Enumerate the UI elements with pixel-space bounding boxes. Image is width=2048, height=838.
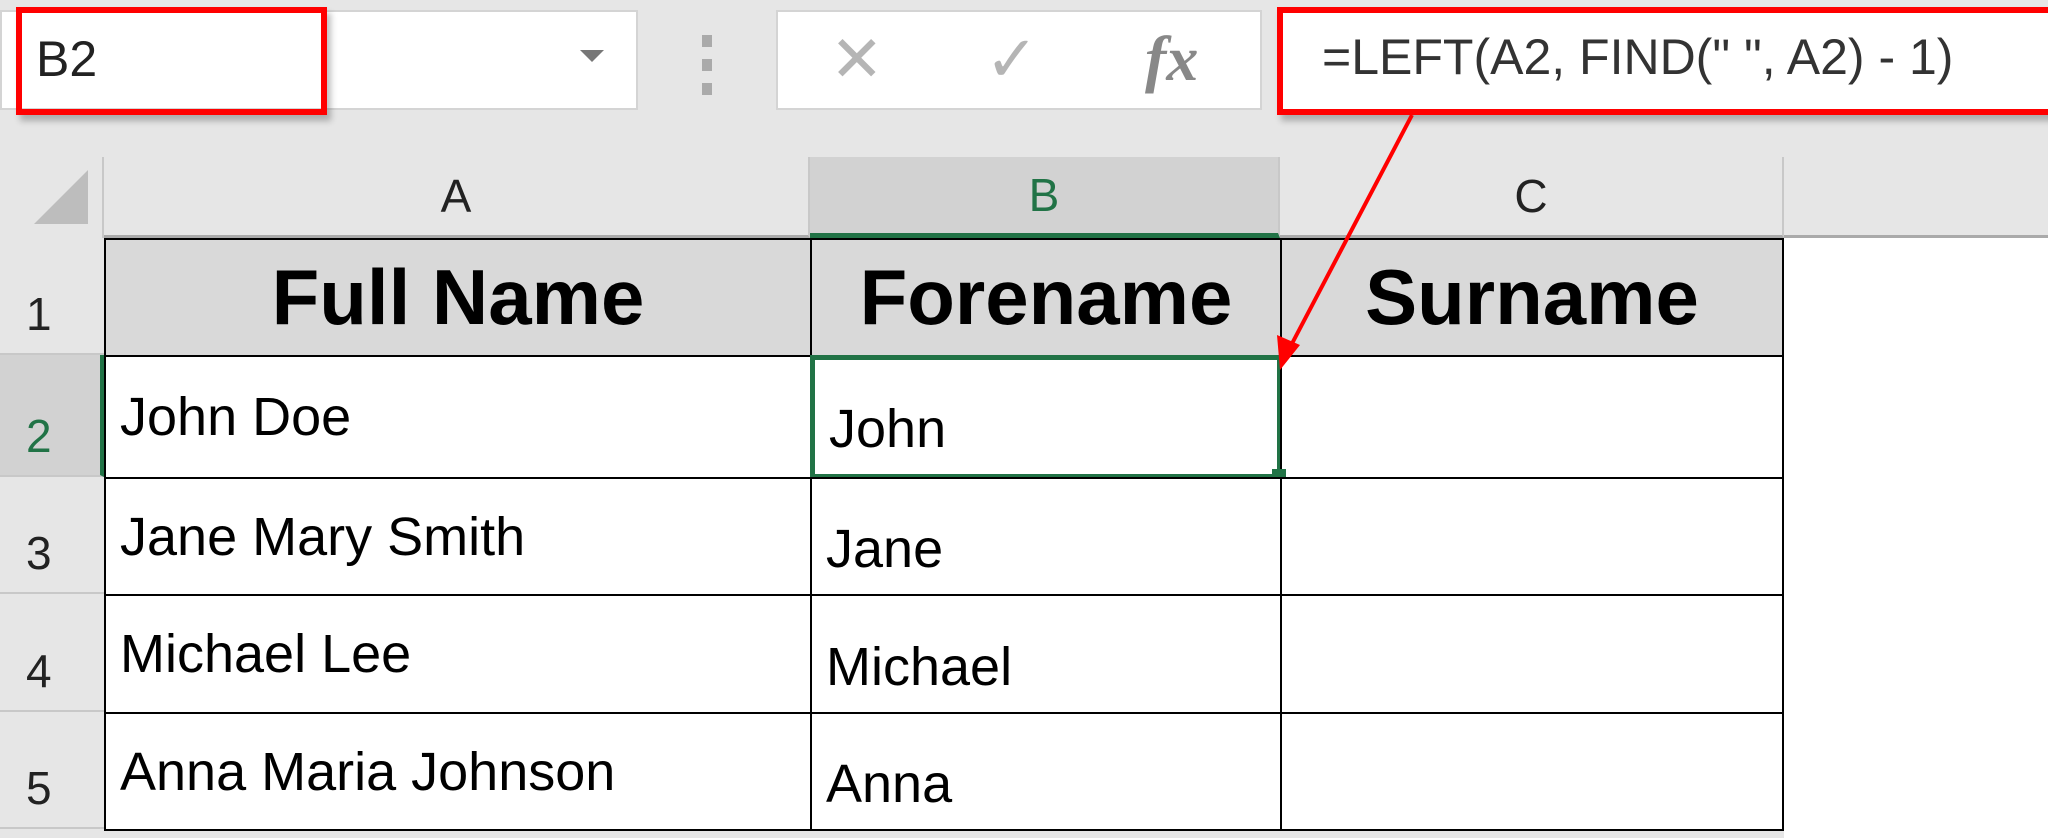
annotation-arrow <box>1277 114 1414 370</box>
arrow-line <box>1284 114 1414 356</box>
arrow-head-icon <box>1277 335 1300 370</box>
